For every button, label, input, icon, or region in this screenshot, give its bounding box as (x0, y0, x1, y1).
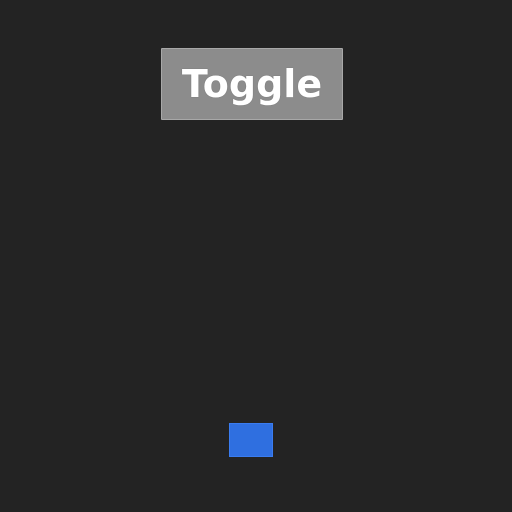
blue-square (229, 423, 273, 457)
canvas: Toggle (0, 0, 512, 512)
toggle-button[interactable]: Toggle (161, 48, 343, 120)
